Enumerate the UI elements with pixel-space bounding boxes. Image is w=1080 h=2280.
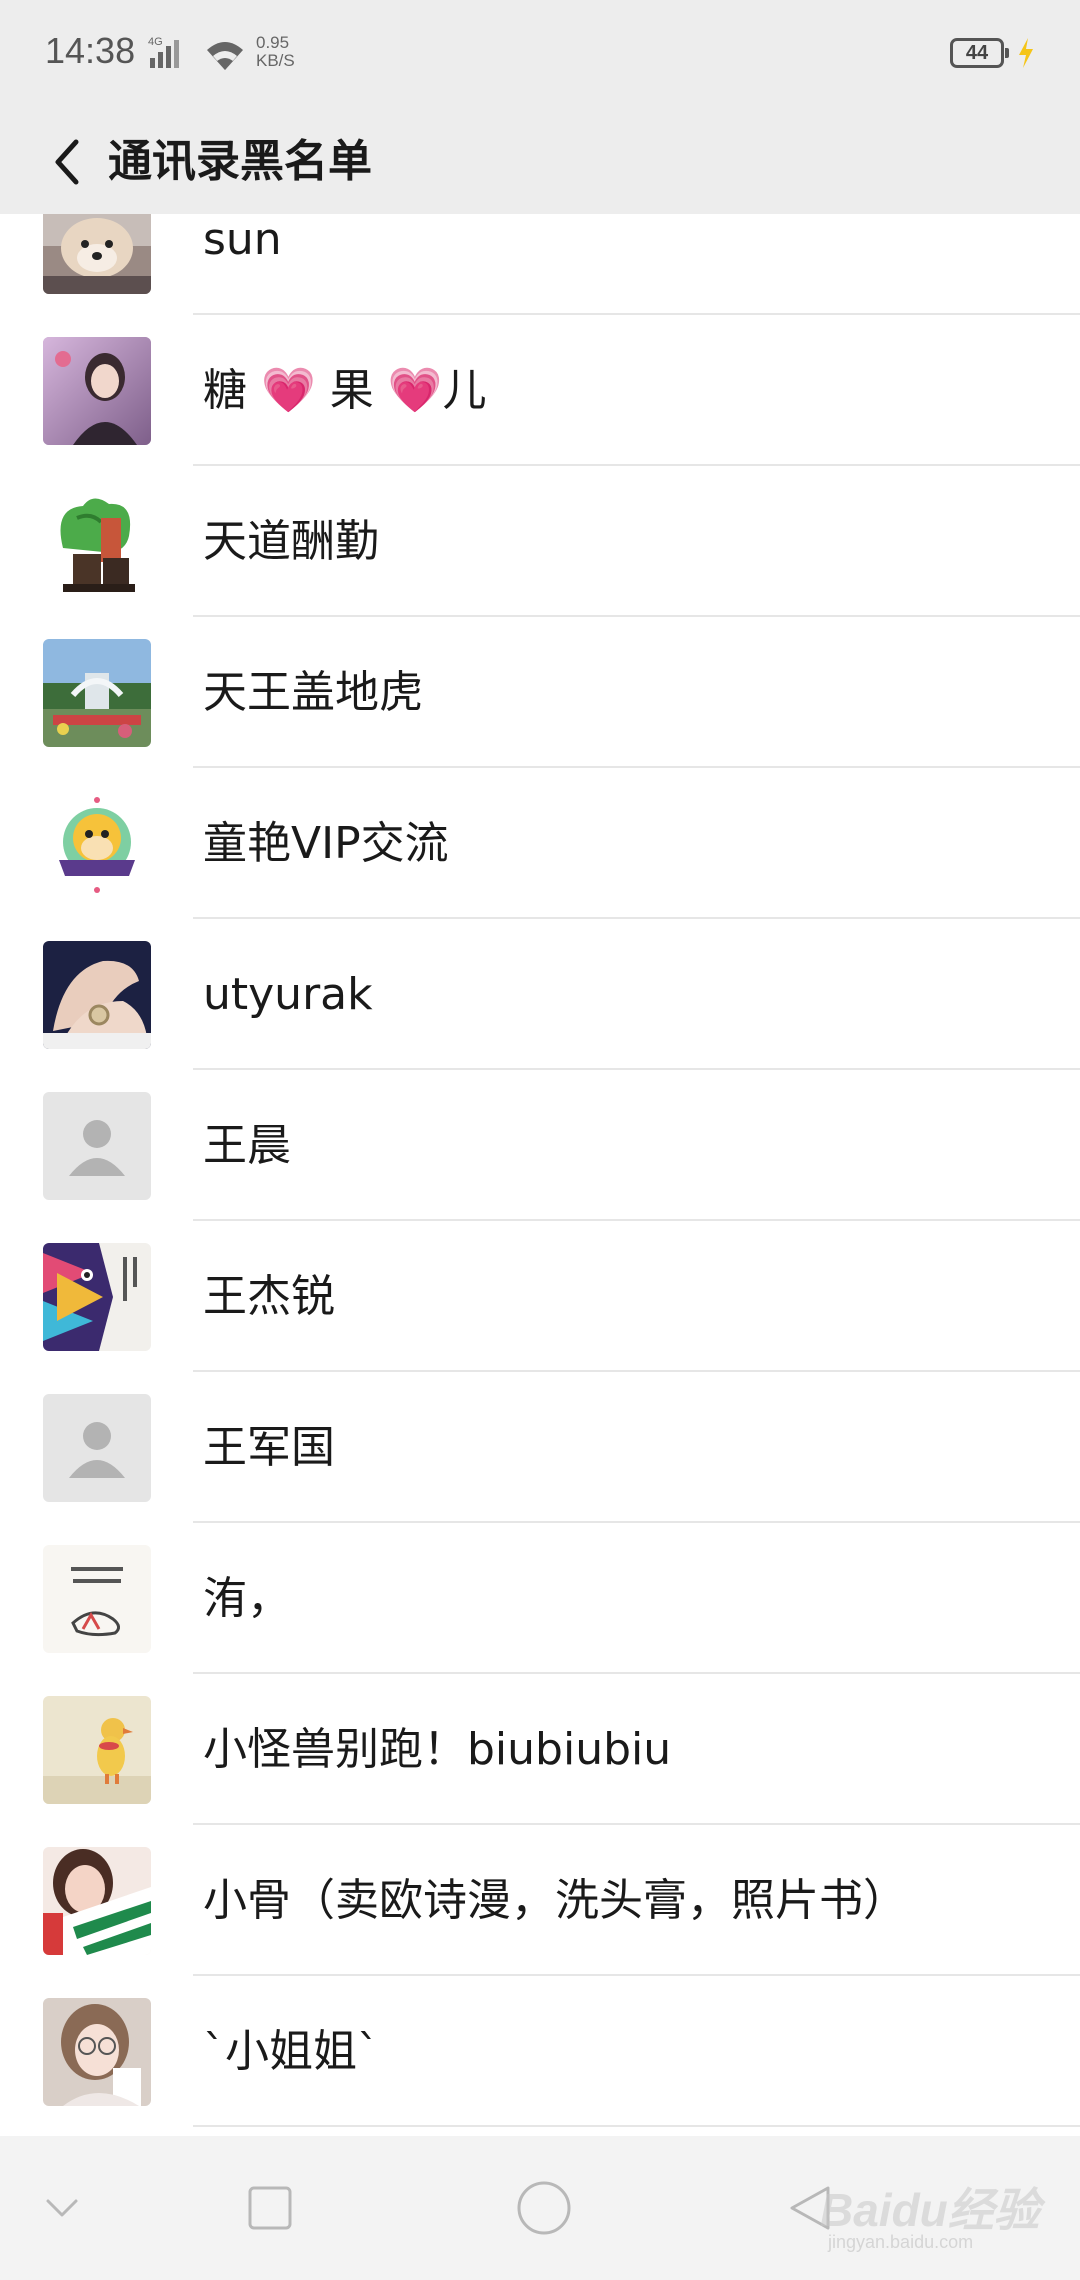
contact-row[interactable]: 王杰锐	[0, 1221, 1080, 1372]
battery-icon: 44	[950, 38, 1009, 68]
hide-nav-button[interactable]	[30, 2176, 94, 2240]
contact-name: 小怪兽别跑！biubiubiu	[203, 1724, 672, 1775]
fountain-photo-avatar	[43, 639, 151, 747]
hands-watch-avatar	[43, 941, 151, 1049]
contact-row[interactable]: 王晨	[0, 1070, 1080, 1221]
chevron-down-icon	[46, 2199, 78, 2217]
contact-name: 天王盖地虎	[203, 667, 423, 718]
monkey-logo-avatar	[43, 790, 151, 898]
contact-row[interactable]: 天王盖地虎	[0, 617, 1080, 768]
girl-scarf-avatar	[43, 1847, 151, 1955]
page-title: 通讯录黑名单	[108, 136, 372, 187]
contact-row[interactable]: 小怪兽别跑！biubiubiu	[0, 1674, 1080, 1825]
contact-row[interactable]: 小骨（卖欧诗漫，洗头膏，照片书）	[0, 1825, 1080, 1976]
contact-name: 糖 💗 果 💗儿	[203, 365, 487, 416]
default-avatar	[43, 1092, 151, 1200]
text-sketch-avatar	[43, 1545, 151, 1653]
baidu-jingyan-watermark: Baidu经验 jingyan.baidu.com	[820, 2174, 1050, 2264]
blacklist-contact-list[interactable]: sun 糖 💗 果 💗儿 天道酬勤 天王盖地虎 童艳VIP交流 utyurak …	[0, 214, 1080, 2136]
contact-name: 王军国	[203, 1422, 335, 1473]
network-speed: 0.95 KB/S	[256, 34, 295, 70]
contact-row[interactable]: 洧，	[0, 1523, 1080, 1674]
wifi-icon	[207, 42, 243, 70]
contact-name: 小骨（卖欧诗漫，洗头膏，照片书）	[203, 1875, 907, 1926]
chevron-left-icon	[55, 139, 79, 185]
contact-row[interactable]: 童艳VIP交流	[0, 768, 1080, 919]
contact-row[interactable]: sun	[0, 214, 1080, 315]
header: 通讯录黑名单	[0, 110, 1080, 214]
contact-name: 童艳VIP交流	[203, 818, 449, 869]
contact-name: 洧，	[203, 1573, 291, 1624]
contact-row[interactable]: 糖 💗 果 💗儿	[0, 315, 1080, 466]
back-button[interactable]	[28, 122, 108, 202]
watermark-brand: Baidu经验	[820, 2184, 1040, 2236]
recent-apps-icon	[248, 2186, 292, 2230]
contact-row[interactable]: 天道酬勤	[0, 466, 1080, 617]
network-speed-unit: KB/S	[256, 51, 295, 70]
watermark-url: jingyan.baidu.com	[828, 2232, 974, 2252]
contact-row[interactable]: 王军国	[0, 1372, 1080, 1523]
charging-bolt-icon	[1019, 38, 1033, 68]
duck-illustration-avatar	[43, 1696, 151, 1804]
network-speed-value: 0.95	[256, 33, 290, 52]
contact-name: sun	[203, 214, 282, 265]
contact-row[interactable]: `小姐姐`	[0, 1976, 1080, 2127]
network-type-label: 4G	[148, 36, 163, 48]
book-cover-avatar	[43, 1243, 151, 1351]
row-divider	[193, 2125, 1080, 2127]
dog-photo-avatar	[43, 214, 151, 294]
default-avatar	[43, 1394, 151, 1502]
recent-apps-button[interactable]	[230, 2168, 310, 2248]
battery-level: 44	[965, 42, 989, 64]
contact-row[interactable]: utyurak	[0, 919, 1080, 1070]
status-time: 14:38	[45, 30, 136, 71]
jade-cabbage-avatar	[43, 488, 151, 596]
navigation-bar: Baidu经验 jingyan.baidu.com	[0, 2136, 1080, 2280]
home-button[interactable]	[500, 2164, 588, 2252]
contact-name: 王晨	[203, 1120, 291, 1171]
contact-list-scroll: sun 糖 💗 果 💗儿 天道酬勤 天王盖地虎 童艳VIP交流 utyurak …	[0, 214, 1080, 2127]
contact-name: `小姐姐`	[203, 2026, 379, 2077]
contact-name: 王杰锐	[203, 1271, 335, 1322]
home-icon	[517, 2181, 571, 2235]
contact-name: utyurak	[203, 969, 373, 1020]
status-bar: 14:38 4G 0.95 KB/S 44	[0, 0, 1080, 110]
girl-photo-avatar	[43, 337, 151, 445]
contact-name: 天道酬勤	[203, 516, 379, 567]
girl-glasses-avatar	[43, 1998, 151, 2106]
cellular-signal-icon: 4G	[148, 36, 179, 68]
